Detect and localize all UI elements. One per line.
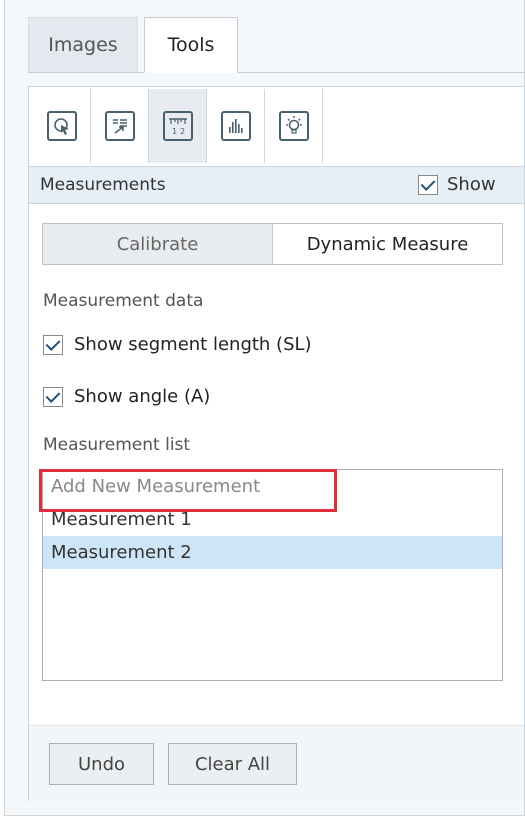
svg-text:1: 1 <box>172 127 177 136</box>
measurements-section-header: Measurements Show <box>29 166 524 204</box>
angle-checkbox[interactable] <box>43 386 63 407</box>
tab-bar: Images Tools <box>28 0 525 73</box>
tool-toolbar: 1 2 <box>33 89 520 163</box>
segment-length-label: Show segment length (SL) <box>74 334 312 355</box>
option-angle[interactable]: Show angle (A) <box>43 386 210 407</box>
tab-tools[interactable]: Tools <box>144 17 238 73</box>
panel-footer: Undo Clear All <box>29 725 524 801</box>
export-tool-button[interactable] <box>91 89 149 163</box>
list-item[interactable]: Measurement 2 <box>43 536 502 569</box>
tools-panel: 1 2 Measurements Show Calibrate Dynamic … <box>28 86 525 801</box>
add-new-measurement-item[interactable]: Add New Measurement <box>43 470 502 503</box>
undo-button[interactable]: Undo <box>49 743 154 785</box>
mode-switch: Calibrate Dynamic Measure <box>42 223 503 265</box>
pointer-select-icon <box>46 111 77 141</box>
measurement-list[interactable]: Add New Measurement Measurement 1 Measur… <box>42 469 503 681</box>
option-segment-length[interactable]: Show segment length (SL) <box>43 334 312 355</box>
ruler-measure-icon: 1 2 <box>162 111 193 141</box>
histogram-icon <box>220 111 251 141</box>
calibrate-button[interactable]: Calibrate <box>43 224 273 264</box>
list-item[interactable]: Measurement 1 <box>43 503 502 536</box>
light-tool-button[interactable] <box>265 89 323 163</box>
measure-tool-button[interactable]: 1 2 <box>149 89 207 163</box>
list-export-icon <box>104 111 135 141</box>
dynamic-measure-button[interactable]: Dynamic Measure <box>273 224 502 264</box>
show-toggle[interactable]: Show <box>418 174 496 195</box>
show-checkbox[interactable] <box>418 174 438 195</box>
segment-length-checkbox[interactable] <box>43 334 63 355</box>
svg-text:2: 2 <box>180 127 185 136</box>
show-label: Show <box>447 174 496 195</box>
measurements-title: Measurements <box>40 175 166 195</box>
select-tool-button[interactable] <box>33 89 91 163</box>
tab-images[interactable]: Images <box>28 17 138 72</box>
tools-panel-frame: Images Tools 1 2 Measurements Show Calib… <box>4 0 525 816</box>
measurement-list-heading: Measurement list <box>43 435 191 455</box>
histogram-tool-button[interactable] <box>207 89 265 163</box>
angle-label: Show angle (A) <box>74 386 211 407</box>
clear-all-button[interactable]: Clear All <box>168 743 297 785</box>
measurement-data-heading: Measurement data <box>43 291 204 311</box>
lightbulb-icon <box>278 111 309 141</box>
